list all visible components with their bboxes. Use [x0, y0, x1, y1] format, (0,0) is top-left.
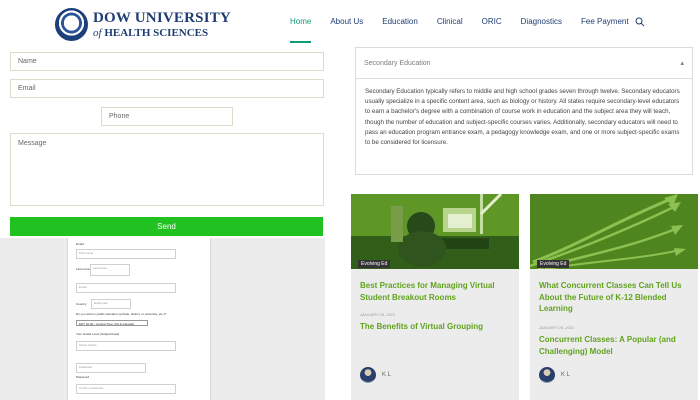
tiny-password-label: Password: [76, 375, 90, 379]
accordion-body: Secondary Education typically refers to …: [365, 88, 680, 147]
tiny-grade-select: Select Grade: [76, 341, 176, 351]
chevron-up-icon: ▴: [680, 60, 684, 67]
tiny-enterprise: Enterprise: [91, 299, 131, 309]
tiny-last-name: Last name: [90, 264, 130, 276]
tiny-grade-label: Your Grade Level (Subject/Area): [76, 332, 120, 336]
nav-diagnostics[interactable]: Diagnostics: [521, 17, 562, 26]
logo-line-2: of HEALTH SCIENCES: [93, 26, 231, 39]
tiny-first-name: First name: [76, 249, 176, 259]
embedded-registration-screenshot: Email: First name Last name Last name Em…: [0, 238, 325, 400]
blog-card-breakout-rooms[interactable]: Evolving Ed Best Practices for Managing …: [351, 194, 519, 400]
author[interactable]: K L: [360, 367, 391, 383]
tiny-password: Password: [76, 363, 146, 373]
university-seal-icon: [55, 8, 88, 41]
registration-form-image: Email: First name Last name Last name Em…: [67, 238, 211, 400]
avatar-icon: [360, 367, 376, 383]
author-name: K L: [382, 372, 392, 378]
name-field[interactable]: Name: [10, 52, 324, 71]
nav-about-us[interactable]: About Us: [330, 17, 363, 26]
category-tag[interactable]: Evolving Ed: [537, 260, 570, 268]
page: DOW UNIVERSITY of HEALTH SCIENCES Home A…: [0, 0, 700, 400]
secondary-education-accordion: Secondary Education ▴ Secondary Educatio…: [355, 47, 693, 175]
nav-oric[interactable]: ORIC: [482, 17, 502, 26]
main-navigation: Home About Us Education Clinical ORIC Di…: [290, 17, 648, 43]
student-laptop-image-icon: [351, 194, 519, 269]
accordion-header[interactable]: Secondary Education ▴: [356, 48, 692, 79]
category-tag[interactable]: Evolving Ed: [358, 260, 391, 268]
nav-clinical[interactable]: Clinical: [437, 17, 463, 26]
article-date: JANUARY 26, 2021: [539, 325, 575, 330]
avatar-icon: [539, 367, 555, 383]
arrows-image-icon: [530, 194, 698, 269]
blog-card-concurrent-classes[interactable]: Evolving Ed What Concurrent Classes Can …: [530, 194, 698, 400]
search-icon[interactable]: [635, 17, 645, 27]
article-date: JANUARY 26, 2021: [360, 312, 396, 317]
email-field[interactable]: Email: [10, 79, 324, 98]
logo-of: of: [93, 26, 102, 39]
tiny-label-1: Email:: [76, 242, 85, 246]
accordion-title: Secondary Education: [364, 59, 431, 67]
tiny-timezone-select: EDT 20.00 - Central Time (US & Canada): [76, 320, 148, 326]
blog-image-student-laptop: [351, 194, 519, 269]
tiny-question: Do you work in public education (private…: [76, 312, 167, 316]
send-button[interactable]: Send: [10, 217, 323, 236]
tiny-country-label: Country: [76, 302, 87, 306]
logo-line-1: DOW UNIVERSITY: [93, 9, 231, 26]
tiny-email: Email: [76, 283, 176, 293]
logo-line-2-text: HEALTH SCIENCES: [104, 26, 209, 39]
phone-field[interactable]: Phone: [101, 107, 233, 126]
message-field[interactable]: Message: [10, 133, 324, 206]
tiny-confirm-password: Confirm password: [76, 384, 176, 394]
article-subtitle[interactable]: The Benefits of Virtual Grouping: [360, 321, 510, 333]
nav-home[interactable]: Home: [290, 17, 312, 43]
article-subtitle[interactable]: Concurrent Classes: A Popular (and Chall…: [539, 334, 689, 357]
author[interactable]: K L: [539, 367, 570, 383]
site-header: DOW UNIVERSITY of HEALTH SCIENCES Home A…: [0, 0, 700, 46]
tiny-label-2: Last name: [76, 267, 91, 271]
article-title[interactable]: Best Practices for Managing Virtual Stud…: [360, 280, 510, 303]
blog-image-arrows: [530, 194, 698, 269]
article-title[interactable]: What Concurrent Classes Can Tell Us Abou…: [539, 280, 689, 315]
university-logo[interactable]: DOW UNIVERSITY of HEALTH SCIENCES: [55, 8, 231, 41]
logo-text: DOW UNIVERSITY of HEALTH SCIENCES: [93, 9, 231, 39]
author-name: K L: [561, 372, 571, 378]
nav-education[interactable]: Education: [382, 17, 418, 26]
nav-fee-payment[interactable]: Fee Payment: [581, 17, 629, 26]
